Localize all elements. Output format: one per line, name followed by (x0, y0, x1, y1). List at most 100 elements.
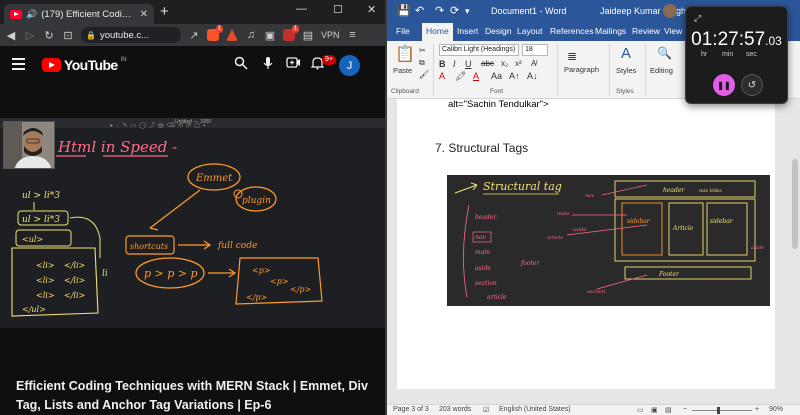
microphone-icon[interactable] (262, 56, 274, 73)
svg-text:<li>: <li> (36, 291, 55, 300)
close-window-button[interactable]: ✕ (367, 3, 376, 16)
redo-icon[interactable]: ↷ (435, 4, 444, 17)
tab-home[interactable]: Home (422, 23, 453, 41)
svg-text:Article: Article (672, 225, 694, 232)
structural-tags-image[interactable]: Structural tag header nav main aside sec… (447, 175, 770, 306)
svg-text:Footer: Footer (658, 271, 680, 278)
note-p-p-p: p > p > p (144, 267, 198, 280)
clear-format-icon[interactable]: A̸ (531, 59, 536, 68)
minimize-button[interactable]: — (296, 3, 307, 15)
vertical-scrollbar[interactable] (790, 99, 800, 404)
maximize-button[interactable]: ☐ (333, 3, 343, 16)
brave-shield-icon[interactable]: 1 (207, 25, 223, 41)
browser-tab[interactable]: 🔊 (179) Efficient Coding Techniq ✕ (4, 4, 154, 24)
styles-button[interactable]: Styles (616, 66, 636, 75)
youtube-header: YouTube IN 9+ J (0, 46, 385, 84)
tab-references[interactable]: References (550, 26, 593, 36)
svg-text:article: article (547, 235, 563, 241)
wallet-icon[interactable]: ▤ (302, 29, 314, 42)
paragraph-icon[interactable]: ≣ (567, 49, 577, 63)
text-effects-button[interactable]: A (439, 71, 445, 81)
note-ul-li-1: ul > li*3 (22, 191, 60, 201)
underline-button[interactable]: U (465, 59, 472, 69)
forward-icon[interactable]: ▷ (24, 29, 36, 42)
video-title[interactable]: Efficient Coding Techniques with MERN St… (16, 377, 376, 415)
zoom-out-icon[interactable]: − (683, 406, 687, 413)
sidebar-icon[interactable]: ▣ (264, 29, 276, 42)
bold-button[interactable]: B (439, 59, 446, 69)
speaker-icon[interactable]: 🔊 (26, 9, 37, 20)
music-icon[interactable]: ♫ (245, 29, 257, 41)
pause-button[interactable]: ❚❚ (713, 74, 735, 96)
language-status[interactable]: English (United States) (499, 406, 571, 413)
rewards-icon[interactable] (226, 29, 238, 41)
web-layout-icon[interactable]: ▤ (665, 406, 672, 414)
font-name-dropdown[interactable]: Calibri Light (Headings) (439, 44, 519, 56)
note-p-close-1: </p> (290, 285, 311, 294)
superscript-button[interactable]: x² (515, 59, 522, 68)
user-avatar[interactable] (663, 4, 677, 18)
tab-layout[interactable]: Layout (517, 26, 543, 36)
scrollbar-thumb[interactable] (792, 159, 798, 249)
font-color-button[interactable]: A (473, 71, 479, 81)
format-painter-icon[interactable]: 🖌 (419, 70, 429, 79)
tab-view[interactable]: View (664, 26, 682, 36)
tab-review[interactable]: Review (632, 26, 660, 36)
zoom-level[interactable]: 90% (769, 406, 783, 413)
close-tab-icon[interactable]: ✕ (140, 9, 148, 20)
grow-font-button[interactable]: A↑ (509, 71, 520, 81)
paste-icon[interactable]: 📋 (395, 44, 415, 64)
account-avatar[interactable]: J (339, 55, 360, 76)
strikethrough-button[interactable]: abc (481, 59, 494, 68)
change-case-button[interactable]: Aa (491, 71, 502, 81)
proofing-icon[interactable]: ☑ (483, 406, 489, 414)
print-layout-icon[interactable]: ▣ (651, 406, 658, 414)
cut-icon[interactable]: ✂ (419, 46, 426, 55)
subscript-button[interactable]: x₂ (501, 59, 508, 68)
reset-button[interactable]: ↺ (741, 74, 763, 96)
paragraph-button[interactable]: Paragraph (564, 65, 599, 74)
tab-insert[interactable]: Insert (457, 26, 478, 36)
new-tab-button[interactable]: + (160, 4, 169, 19)
tab-design[interactable]: Design (485, 26, 511, 36)
expand-icon[interactable]: ⤢ (694, 13, 701, 24)
save-icon[interactable]: 💾 (397, 4, 411, 17)
undo-icon[interactable]: ↶ (415, 4, 424, 17)
zoom-in-icon[interactable]: + (755, 406, 759, 413)
share-icon[interactable]: ↗ (188, 29, 200, 42)
vpn-button[interactable]: VPN (321, 30, 340, 40)
shrink-font-button[interactable]: A↓ (527, 71, 538, 81)
url-field[interactable]: 🔒 youtube.c... (81, 27, 181, 43)
note-ul-close: </ul> (22, 305, 46, 314)
read-mode-icon[interactable]: ▭ (637, 406, 644, 414)
reload-icon[interactable]: ↻ (43, 29, 55, 42)
copy-icon[interactable]: ⧉ (419, 58, 425, 68)
extension-icon[interactable]: 1 (283, 25, 299, 41)
page-count[interactable]: Page 3 of 3 (393, 406, 429, 413)
font-size-dropdown[interactable]: 18 (522, 44, 548, 56)
youtube-logo[interactable]: YouTube IN (42, 57, 127, 73)
zoom-slider[interactable] (692, 410, 752, 411)
back-icon[interactable]: ◀ (5, 29, 17, 42)
tab-mailings[interactable]: Mailings (595, 26, 626, 36)
search-icon[interactable] (234, 56, 248, 73)
video-player[interactable]: ▸◌✎▭◯⤴▤⌫⟲⟳▢◐ Untitled — 1080 Html in Spe… (0, 118, 385, 328)
create-video-icon[interactable] (286, 56, 301, 72)
editing-button[interactable]: Editing (650, 66, 673, 75)
styles-icon[interactable]: A (621, 45, 631, 62)
tab-file[interactable]: File (396, 26, 410, 36)
zoom-slider-thumb[interactable] (717, 407, 720, 414)
svg-text:main: main (557, 211, 570, 217)
autosave-icon[interactable]: ⟳ (450, 4, 459, 17)
bookmark-icon[interactable]: ⊡ (62, 29, 74, 42)
paste-button-label[interactable]: Paste (393, 66, 412, 75)
hamburger-menu-icon[interactable] (12, 58, 25, 70)
highlight-icon[interactable]: 🖍 (455, 71, 466, 82)
find-icon[interactable]: 🔍 (657, 46, 672, 60)
italic-button[interactable]: I (453, 59, 456, 69)
customize-qat-icon[interactable]: ▾ (465, 6, 470, 17)
word-count[interactable]: 203 words (439, 406, 471, 413)
document-page[interactable]: alt="Sachin Tendulkar"> 7. Structural Ta… (397, 99, 775, 389)
menu-icon[interactable]: ≡ (347, 29, 359, 41)
note-p-open-1: <p> (252, 266, 271, 275)
